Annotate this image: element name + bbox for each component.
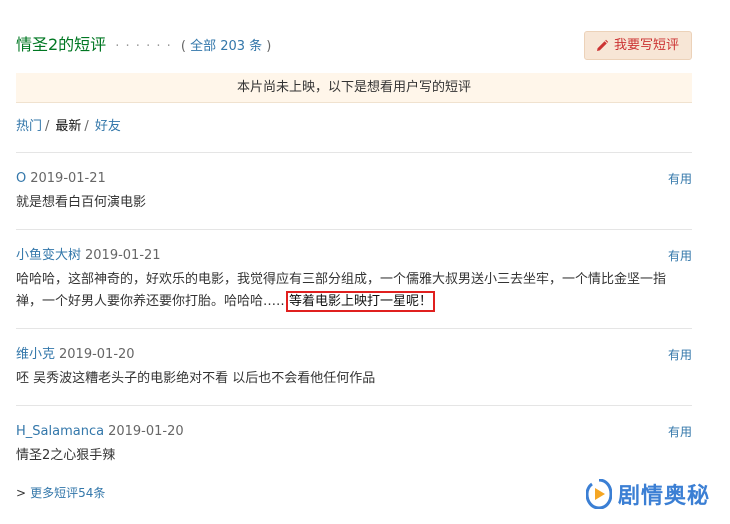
write-comment-button[interactable]: 我要写短评	[583, 31, 692, 60]
tab-hot[interactable]: 热门	[16, 119, 42, 134]
useful-button[interactable]: 有用	[668, 346, 692, 364]
play-logo-icon	[586, 479, 612, 509]
watermark-text: 剧情奥秘	[618, 484, 711, 509]
section-title: 情圣2的短评 · · · · · · ( 全部 203 条 )	[16, 34, 271, 58]
comment-item: 小鱼变大树 2019-01-21 有用 哈哈哈，这部神奇的，好欢乐的电影，我觉得应…	[16, 247, 692, 313]
comment-user[interactable]: 小鱼变大树	[16, 248, 81, 263]
highlighted-text: 等着电影上映打一星呢！	[286, 291, 436, 312]
comment-date: 2019-01-21	[85, 248, 161, 263]
comment-text-line: 哈哈哈，这部神奇的，好欢乐的电影，我觉得应有三部分组成，一个儒雅大叔男送小三去坐…	[16, 272, 667, 287]
tab-separator: /	[84, 119, 89, 134]
divider	[16, 328, 692, 329]
all-comments-link[interactable]: 全部 203 条	[190, 39, 262, 54]
comment-text: 哈哈哈，这部神奇的，好欢乐的电影，我觉得应有三部分组成，一个儒雅大叔男送小三去坐…	[16, 269, 692, 313]
title-dots: · · · · · ·	[115, 39, 172, 54]
divider	[16, 229, 692, 230]
sort-tabs: 热门 / 最新 / 好友	[16, 118, 121, 136]
tab-separator: /	[45, 119, 50, 134]
watermark: 剧情奥秘	[586, 477, 710, 511]
useful-button[interactable]: 有用	[668, 423, 692, 441]
comment-date: 2019-01-21	[30, 171, 106, 186]
unreleased-notice: 本片尚未上映，以下是想看用户写的短评	[16, 73, 692, 103]
divider	[16, 405, 692, 406]
comment-meta: H_Salamanca 2019-01-20 有用	[16, 423, 692, 441]
arrow-right-icon: >	[16, 486, 27, 500]
section-title-text: 情圣2的短评	[16, 35, 107, 54]
useful-button[interactable]: 有用	[668, 247, 692, 265]
comment-item: O 2019-01-21 有用 就是想看白百何演电影	[16, 170, 692, 214]
comment-user[interactable]: 维小克	[16, 347, 55, 362]
comment-text: 呸 吴秀波这糟老头子的电影绝对不看 以后也不会看他任何作品	[16, 371, 376, 386]
comment-user[interactable]: H_Salamanca	[16, 424, 104, 439]
comment-count: ( 全部 203 条 )	[180, 39, 272, 54]
comment-user[interactable]: O	[16, 171, 26, 186]
more-comments: > 更多短评54条	[16, 484, 105, 502]
comment-date: 2019-01-20	[59, 347, 135, 362]
comment-meta: 维小克 2019-01-20 有用	[16, 346, 692, 364]
comment-text: 就是想看白百何演电影	[16, 195, 147, 210]
comment-meta: 小鱼变大树 2019-01-21 有用	[16, 247, 692, 265]
comment-date: 2019-01-20	[108, 424, 184, 439]
pencil-icon	[596, 39, 609, 51]
comments-header: 情圣2的短评 · · · · · · ( 全部 203 条 ) 我要写短评	[16, 30, 692, 60]
more-comments-link[interactable]: 更多短评54条	[30, 486, 105, 500]
write-comment-label: 我要写短评	[613, 38, 679, 53]
tab-friends[interactable]: 好友	[95, 119, 121, 134]
comment-item: 维小克 2019-01-20 有用 呸 吴秀波这糟老头子的电影绝对不看 以后也不会…	[16, 346, 692, 390]
comment-text: 情圣2之心狠手辣	[16, 448, 116, 463]
divider	[16, 152, 692, 153]
tab-latest[interactable]: 最新	[55, 119, 81, 134]
comment-item: H_Salamanca 2019-01-20 有用 情圣2之心狠手辣	[16, 423, 692, 467]
comment-meta: O 2019-01-21 有用	[16, 170, 692, 188]
useful-button[interactable]: 有用	[668, 170, 692, 188]
comment-text-line: 禅，一个好男人要你养还要你打胎。哈哈哈……等着电影上映打一星呢！	[16, 291, 436, 312]
